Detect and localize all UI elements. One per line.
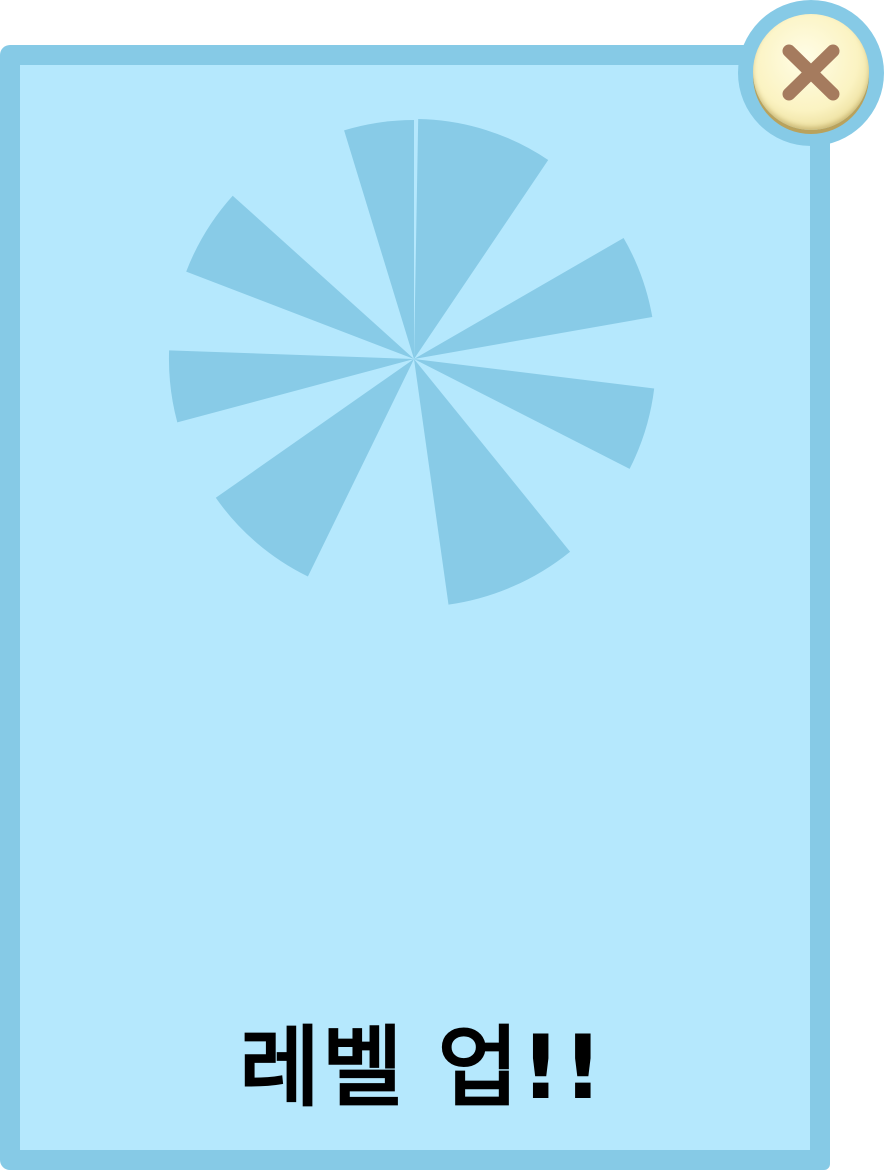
close-x-icon [782, 44, 840, 101]
sunburst-icon [168, 119, 655, 605]
level-up-dialog: 레벨 업!! [0, 0, 884, 1170]
close-button-face [753, 14, 869, 130]
close-button[interactable] [738, 0, 884, 146]
level-up-title: 레벨 업!! [239, 1016, 605, 1119]
